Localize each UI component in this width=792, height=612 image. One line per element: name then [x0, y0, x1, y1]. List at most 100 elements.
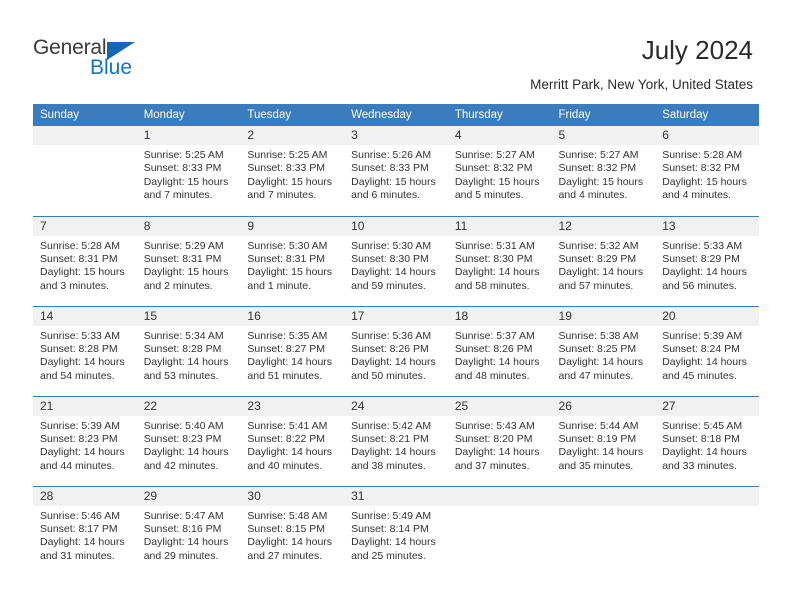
day-info-daylight2: and 37 minutes. — [454, 459, 530, 472]
calendar-day-cell[interactable]: 26 Sunrise: 5:44 AM Sunset: 8:19 PM Dayligh… — [551, 395, 656, 486]
weekday-header-monday: Monday — [136, 104, 241, 126]
day-info-sunset: Sunset: 8:20 PM — [454, 432, 533, 445]
day-info-daylight1: Daylight: 14 hours — [247, 356, 333, 369]
calendar-day-cell[interactable]: 30 Sunrise: 5:48 AM Sunset: 8:15 PM Dayligh… — [240, 485, 345, 576]
day-info-daylight2: and 38 minutes. — [351, 459, 426, 472]
day-info-sunrise: Sunrise: 5:49 AM — [351, 509, 432, 522]
calendar-day-cell[interactable]: 5 Sunrise: 5:27 AM Sunset: 8:32 PM Daylight… — [551, 126, 656, 216]
calendar-day-cell[interactable]: 9 Sunrise: 5:30 AM Sunset: 8:31 PM Daylight… — [240, 215, 345, 306]
calendar-day-cell[interactable]: 22 Sunrise: 5:40 AM Sunset: 8:23 PM Dayligh… — [136, 395, 241, 486]
day-info: Sunrise: 5:35 AM Sunset: 8:27 PM Daylight:… — [240, 326, 344, 384]
day-info-daylight2: and 4 minutes. — [558, 189, 628, 202]
calendar-day-cell[interactable]: 7 Sunrise: 5:28 AM Sunset: 8:31 PM Daylight… — [33, 215, 137, 306]
calendar-day-cell[interactable]: 12 Sunrise: 5:32 AM Sunset: 8:29 PM Dayligh… — [551, 215, 656, 306]
calendar-day-cell[interactable]: 17 Sunrise: 5:36 AM Sunset: 8:26 PM Dayligh… — [344, 305, 448, 396]
day-info-daylight1: Daylight: 14 hours — [454, 266, 540, 279]
day-info-daylight2: and 5 minutes. — [454, 189, 524, 202]
calendar-day-cell[interactable]: 4 Sunrise: 5:27 AM Sunset: 8:32 PM Daylight… — [447, 126, 552, 216]
day-number: 20 — [655, 306, 759, 326]
day-info-daylight2: and 1 minute. — [247, 279, 312, 292]
day-info-daylight1: Daylight: 14 hours — [351, 446, 436, 459]
calendar-week-row: 14 Sunrise: 5:33 AM Sunset: 8:28 PM Dayligh… — [33, 305, 759, 396]
day-info-daylight1: Daylight: 14 hours — [558, 266, 644, 279]
calendar-day-cell[interactable]: 15 Sunrise: 5:34 AM Sunset: 8:28 PM Dayligh… — [136, 305, 241, 396]
calendar-day-cell[interactable]: 25 Sunrise: 5:43 AM Sunset: 8:20 PM Dayligh… — [447, 395, 552, 486]
calendar-day-cell[interactable]: 28 Sunrise: 5:46 AM Sunset: 8:17 PM Dayligh… — [33, 485, 137, 576]
day-info-sunset: Sunset: 8:16 PM — [143, 522, 222, 535]
day-info-daylight1: Daylight: 14 hours — [662, 356, 747, 369]
day-number: 28 — [33, 486, 137, 506]
calendar-day-cell[interactable]: 2 Sunrise: 5:25 AM Sunset: 8:33 PM Daylight… — [240, 126, 345, 216]
weekday-header-tuesday: Tuesday — [240, 104, 345, 126]
day-info-daylight2: and 3 minutes. — [40, 279, 109, 292]
day-number: 24 — [344, 396, 448, 416]
day-number: 14 — [33, 306, 137, 326]
day-info-daylight2: and 51 minutes. — [247, 369, 323, 382]
day-number: 23 — [240, 396, 345, 416]
calendar-day-cell-empty — [655, 485, 759, 576]
calendar-day-cell[interactable]: 6 Sunrise: 5:28 AM Sunset: 8:32 PM Daylight… — [655, 126, 759, 216]
day-info-daylight1: Daylight: 14 hours — [351, 356, 436, 369]
day-info: Sunrise: 5:33 AM Sunset: 8:29 PM Daylight:… — [655, 236, 759, 294]
day-info-sunrise: Sunrise: 5:42 AM — [351, 419, 432, 432]
day-info: Sunrise: 5:48 AM Sunset: 8:15 PM Daylight:… — [240, 506, 344, 564]
day-info: Sunrise: 5:39 AM Sunset: 8:24 PM Daylight:… — [655, 326, 759, 384]
calendar-day-cell[interactable]: 10 Sunrise: 5:30 AM Sunset: 8:30 PM Dayligh… — [344, 215, 448, 306]
day-number: 15 — [136, 306, 241, 326]
calendar-week-row: 21 Sunrise: 5:39 AM Sunset: 8:23 PM Dayligh… — [33, 395, 759, 486]
day-number: 11 — [447, 216, 552, 236]
day-info-sunrise: Sunrise: 5:33 AM — [40, 329, 120, 342]
day-info-daylight1: Daylight: 14 hours — [454, 446, 540, 459]
calendar-day-cell[interactable]: 29 Sunrise: 5:47 AM Sunset: 8:16 PM Dayligh… — [136, 485, 241, 576]
day-info-sunrise: Sunrise: 5:38 AM — [558, 329, 639, 342]
day-info: Sunrise: 5:26 AM Sunset: 8:33 PM Daylight:… — [344, 145, 448, 203]
day-number: 1 — [136, 126, 241, 145]
brand-logo[interactable]: General Blue — [33, 36, 233, 86]
day-info-sunset: Sunset: 8:17 PM — [40, 522, 118, 535]
day-number: 25 — [447, 396, 552, 416]
weekday-header-friday: Friday — [551, 104, 656, 126]
day-info-sunrise: Sunrise: 5:28 AM — [40, 239, 120, 252]
calendar-day-cell[interactable]: 13 Sunrise: 5:33 AM Sunset: 8:29 PM Dayligh… — [655, 215, 759, 306]
day-info-daylight2: and 42 minutes. — [143, 459, 219, 472]
page-title: July 2024 — [641, 35, 753, 65]
day-number: 3 — [344, 126, 448, 145]
calendar-day-cell[interactable]: 8 Sunrise: 5:29 AM Sunset: 8:31 PM Daylight… — [136, 215, 241, 306]
calendar-day-cell[interactable]: 21 Sunrise: 5:39 AM Sunset: 8:23 PM Dayligh… — [33, 395, 137, 486]
calendar-day-cell[interactable]: 11 Sunrise: 5:31 AM Sunset: 8:30 PM Dayligh… — [447, 215, 552, 306]
day-info-sunrise: Sunrise: 5:34 AM — [143, 329, 224, 342]
calendar-day-cell[interactable]: 16 Sunrise: 5:35 AM Sunset: 8:27 PM Dayligh… — [240, 305, 345, 396]
calendar-day-cell[interactable]: 1 Sunrise: 5:25 AM Sunset: 8:33 PM Daylight… — [136, 126, 241, 216]
day-number — [551, 486, 656, 506]
day-info-daylight1: Daylight: 14 hours — [558, 356, 644, 369]
day-number: 22 — [136, 396, 241, 416]
day-number: 30 — [240, 486, 345, 506]
calendar-day-cell[interactable]: 27 Sunrise: 5:45 AM Sunset: 8:18 PM Dayligh… — [655, 395, 759, 486]
calendar-day-cell[interactable]: 3 Sunrise: 5:26 AM Sunset: 8:33 PM Daylight… — [344, 126, 448, 216]
calendar-day-cell[interactable]: 23 Sunrise: 5:41 AM Sunset: 8:22 PM Dayligh… — [240, 395, 345, 486]
day-info: Sunrise: 5:31 AM Sunset: 8:30 PM Daylight:… — [448, 236, 552, 294]
day-info: Sunrise: 5:28 AM Sunset: 8:31 PM Daylight:… — [33, 236, 137, 294]
day-info: Sunrise: 5:46 AM Sunset: 8:17 PM Daylight:… — [33, 506, 137, 564]
calendar-header-row: Sunday Monday Tuesday Wednesday Thursday… — [33, 104, 759, 126]
day-number: 7 — [33, 216, 137, 236]
brand-name-blue: Blue — [90, 56, 133, 79]
day-info: Sunrise: 5:27 AM Sunset: 8:32 PM Daylight:… — [552, 145, 656, 203]
calendar-day-cell[interactable]: 18 Sunrise: 5:37 AM Sunset: 8:26 PM Dayligh… — [447, 305, 552, 396]
calendar-day-cell[interactable]: 31 Sunrise: 5:49 AM Sunset: 8:14 PM Dayligh… — [344, 485, 448, 576]
calendar-week-row: 28 Sunrise: 5:46 AM Sunset: 8:17 PM Dayligh… — [33, 485, 759, 576]
calendar-day-cell[interactable]: 19 Sunrise: 5:38 AM Sunset: 8:25 PM Dayligh… — [551, 305, 656, 396]
day-info-daylight2: and 44 minutes. — [40, 459, 115, 472]
day-info: Sunrise: 5:40 AM Sunset: 8:23 PM Daylight:… — [137, 416, 241, 474]
calendar-day-cell[interactable]: 24 Sunrise: 5:42 AM Sunset: 8:21 PM Dayligh… — [344, 395, 448, 486]
day-info-sunset: Sunset: 8:33 PM — [143, 162, 222, 175]
day-info-sunset: Sunset: 8:31 PM — [40, 252, 118, 265]
day-info: Sunrise: 5:42 AM Sunset: 8:21 PM Daylight:… — [344, 416, 448, 474]
day-info-daylight2: and 48 minutes. — [454, 369, 530, 382]
calendar-day-cell[interactable]: 14 Sunrise: 5:33 AM Sunset: 8:28 PM Dayligh… — [33, 305, 137, 396]
day-info-daylight2: and 6 minutes. — [351, 189, 420, 202]
day-info: Sunrise: 5:32 AM Sunset: 8:29 PM Daylight:… — [552, 236, 656, 294]
day-info-daylight2: and 35 minutes. — [558, 459, 634, 472]
calendar-day-cell[interactable]: 20 Sunrise: 5:39 AM Sunset: 8:24 PM Dayligh… — [655, 305, 759, 396]
day-info-daylight1: Daylight: 14 hours — [40, 356, 125, 369]
